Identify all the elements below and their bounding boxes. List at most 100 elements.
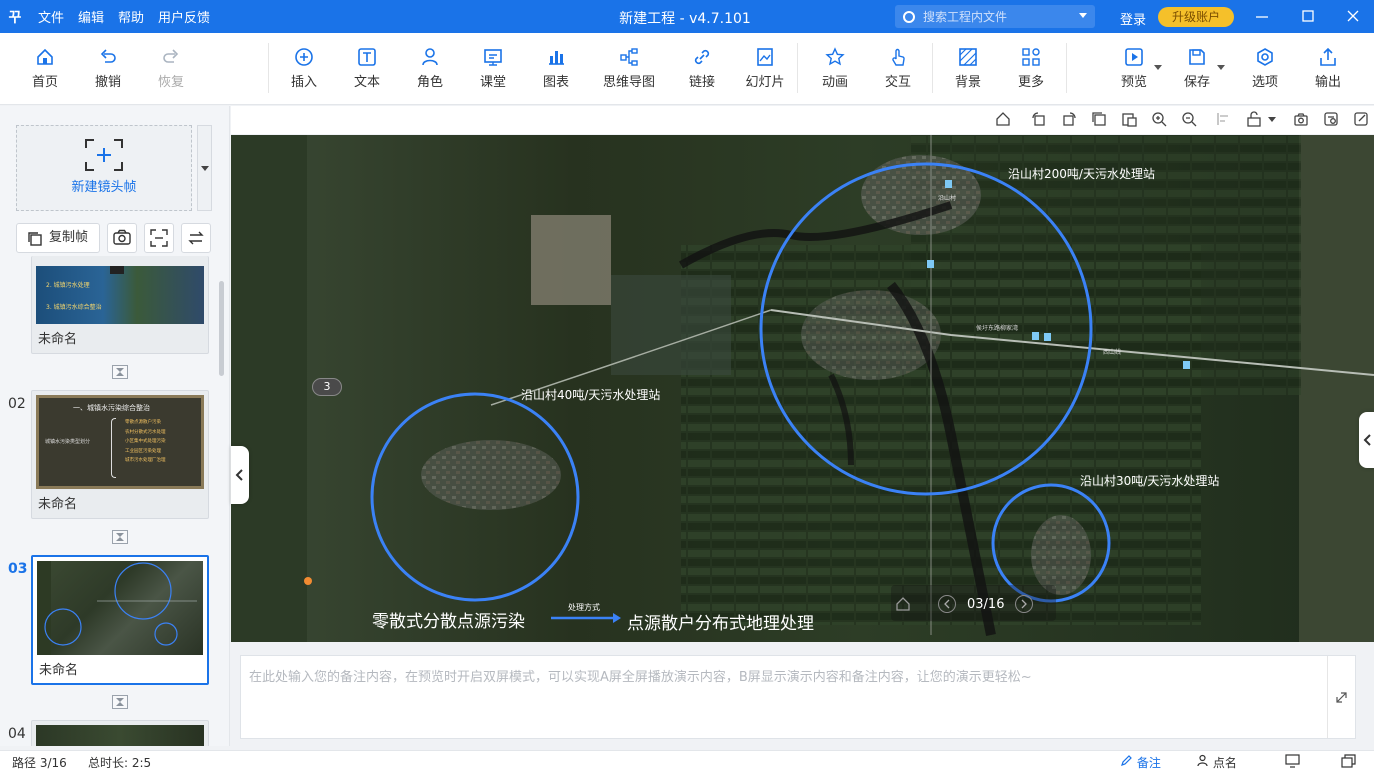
fit-frame-button[interactable] — [144, 223, 174, 253]
screenshot-icon[interactable] — [1293, 111, 1309, 131]
new-frame-button[interactable]: 新建镜头帧 — [16, 125, 192, 211]
insert-button[interactable]: 插入 — [279, 47, 329, 90]
add-frame-icon — [84, 138, 124, 172]
maximize-icon[interactable] — [1298, 6, 1318, 26]
slide-thumbnail-selected[interactable]: 未命名 — [31, 555, 209, 685]
prev-slide-button[interactable] — [938, 595, 956, 613]
preview-dropdown-icon[interactable] — [1154, 65, 1162, 70]
chart-label: 图表 — [542, 75, 569, 90]
slides-button[interactable]: 幻灯片 — [740, 47, 790, 90]
window-title: 新建工程 - v4.7.101 — [619, 11, 751, 27]
text-button[interactable]: 文本 — [342, 47, 392, 90]
collapse-left-button[interactable] — [231, 446, 249, 504]
slide-thumb-image — [36, 725, 204, 746]
chevron-down-icon[interactable] — [1079, 13, 1087, 18]
slide-canvas[interactable]: 沿山村200吨/天污水处理站 沿山村40吨/天污水处理站 沿山村30吨/天污水处… — [231, 135, 1374, 642]
chevron-down-icon[interactable] — [1268, 117, 1276, 122]
right-caption: 点源散户分布式地理处理 — [627, 614, 814, 634]
save-button[interactable]: 保存 — [1172, 47, 1222, 90]
main-toolbar: 首页 撤销 恢复 插入 文本 角色 课堂 图表 思维导图 链接 幻灯片 动画 交… — [0, 33, 1374, 105]
camera-button[interactable] — [107, 223, 137, 253]
menu-file[interactable]: 文件 — [38, 7, 64, 26]
undo-label: 撤销 — [94, 75, 121, 90]
link-label: 链接 — [688, 75, 715, 90]
thumb-text: 2. 城镇污水处理 — [46, 282, 90, 289]
dual-screen-icon[interactable] — [1285, 754, 1301, 771]
classroom-button[interactable]: 课堂 — [468, 47, 518, 90]
rollcall-button[interactable]: 点名 — [1196, 754, 1237, 771]
slide-thumb-image — [37, 561, 203, 655]
copy-icon[interactable] — [1091, 111, 1107, 131]
chart-button[interactable]: 图表 — [531, 47, 581, 90]
preview-label: 预览 — [1120, 75, 1147, 90]
slide-name[interactable]: 未命名 — [32, 328, 208, 348]
next-slide-button[interactable] — [1015, 595, 1033, 613]
home-button[interactable]: 首页 — [20, 47, 70, 90]
home-view-icon[interactable] — [995, 111, 1011, 131]
slides-icon — [755, 47, 775, 67]
redo-icon — [161, 47, 181, 67]
transition-icon[interactable] — [112, 530, 128, 544]
road-label: 沿山村 — [938, 195, 957, 202]
multi-window-icon[interactable] — [1341, 754, 1357, 771]
menu-help[interactable]: 帮助 — [118, 7, 144, 26]
preview-button[interactable]: 预览 — [1109, 47, 1159, 90]
slide-thumbnail[interactable]: 一、城镇水污染综合整治 城镇水污染类型划分 零散点源散户污染 农村分散式污水处理… — [31, 390, 209, 519]
copy-frame-button[interactable]: 复制帧 — [16, 223, 100, 253]
slide-thumbnail[interactable]: 2. 城镇污水处理 3. 城镇污水综合整治 未命名 — [31, 256, 209, 354]
options-button[interactable]: 选项 — [1240, 47, 1290, 90]
menu-feedback[interactable]: 用户反馈 — [158, 7, 210, 26]
settings-icon[interactable] — [1323, 111, 1339, 131]
close-icon[interactable] — [1343, 6, 1363, 26]
slide-thumbnail[interactable] — [31, 720, 209, 746]
background-button[interactable]: 背景 — [943, 47, 993, 90]
minimize-icon[interactable] — [1252, 6, 1272, 26]
rotate-right-icon[interactable] — [1061, 111, 1077, 131]
transition-icon[interactable] — [112, 695, 128, 709]
classroom-label: 课堂 — [479, 75, 506, 90]
notes-placeholder: 在此处输入您的备注内容，在预览时开启双屏模式，可以实现A屏全屏播放演示内容，B屏… — [249, 670, 1032, 685]
export-button[interactable]: 输出 — [1303, 47, 1353, 90]
mindmap-button[interactable]: 思维导图 — [599, 47, 659, 90]
new-frame-dropdown[interactable] — [197, 125, 212, 211]
text-icon — [357, 47, 377, 67]
redo-label: 恢复 — [157, 75, 184, 90]
save-dropdown-icon[interactable] — [1217, 65, 1225, 70]
frame-badge[interactable]: 3 — [312, 378, 342, 396]
interaction-button[interactable]: 交互 — [873, 47, 923, 90]
redo-button[interactable]: 恢复 — [146, 47, 196, 90]
slide-name[interactable]: 未命名 — [32, 493, 208, 513]
zoom-out-icon[interactable] — [1181, 111, 1197, 131]
camera-icon — [113, 229, 131, 245]
align-icon[interactable] — [1216, 111, 1232, 131]
swap-frame-button[interactable] — [181, 223, 211, 253]
animation-button[interactable]: 动画 — [810, 47, 860, 90]
home-icon[interactable] — [895, 595, 911, 615]
lock-icon[interactable] — [1246, 111, 1262, 131]
undo-button[interactable]: 撤销 — [83, 47, 133, 90]
road-label: 西山线 — [1103, 349, 1122, 356]
rotate-left-icon[interactable] — [1031, 111, 1047, 131]
satellite-map — [231, 135, 1374, 642]
classroom-icon — [483, 47, 503, 67]
notes-input[interactable]: 在此处输入您的备注内容，在预览时开启双屏模式，可以实现A屏全屏播放演示内容，B屏… — [240, 655, 1356, 739]
upgrade-button[interactable]: 升级账户 — [1158, 7, 1234, 27]
collapse-right-button[interactable] — [1359, 412, 1374, 468]
paste-icon[interactable] — [1121, 111, 1137, 131]
text-label: 文本 — [353, 75, 380, 90]
zoom-in-icon[interactable] — [1151, 111, 1167, 131]
duration-status: 总时长: 2:5 — [88, 756, 152, 770]
search-input[interactable]: 搜索工程内文件 — [895, 5, 1095, 28]
expand-notes-button[interactable] — [1327, 656, 1355, 738]
site-200-label: 沿山村200吨/天污水处理站 — [1008, 167, 1155, 181]
sidebar-scrollbar[interactable] — [219, 281, 224, 376]
link-button[interactable]: 链接 — [677, 47, 727, 90]
slide-name[interactable]: 未命名 — [33, 659, 207, 679]
notes-toggle-button[interactable]: 备注 — [1120, 754, 1161, 771]
role-button[interactable]: 角色 — [405, 47, 455, 90]
menu-edit[interactable]: 编辑 — [78, 7, 104, 26]
more-button[interactable]: 更多 — [1006, 47, 1056, 90]
transition-icon[interactable] — [112, 365, 128, 379]
edit-icon[interactable] — [1353, 111, 1369, 131]
login-button[interactable]: 登录 — [1120, 9, 1146, 28]
